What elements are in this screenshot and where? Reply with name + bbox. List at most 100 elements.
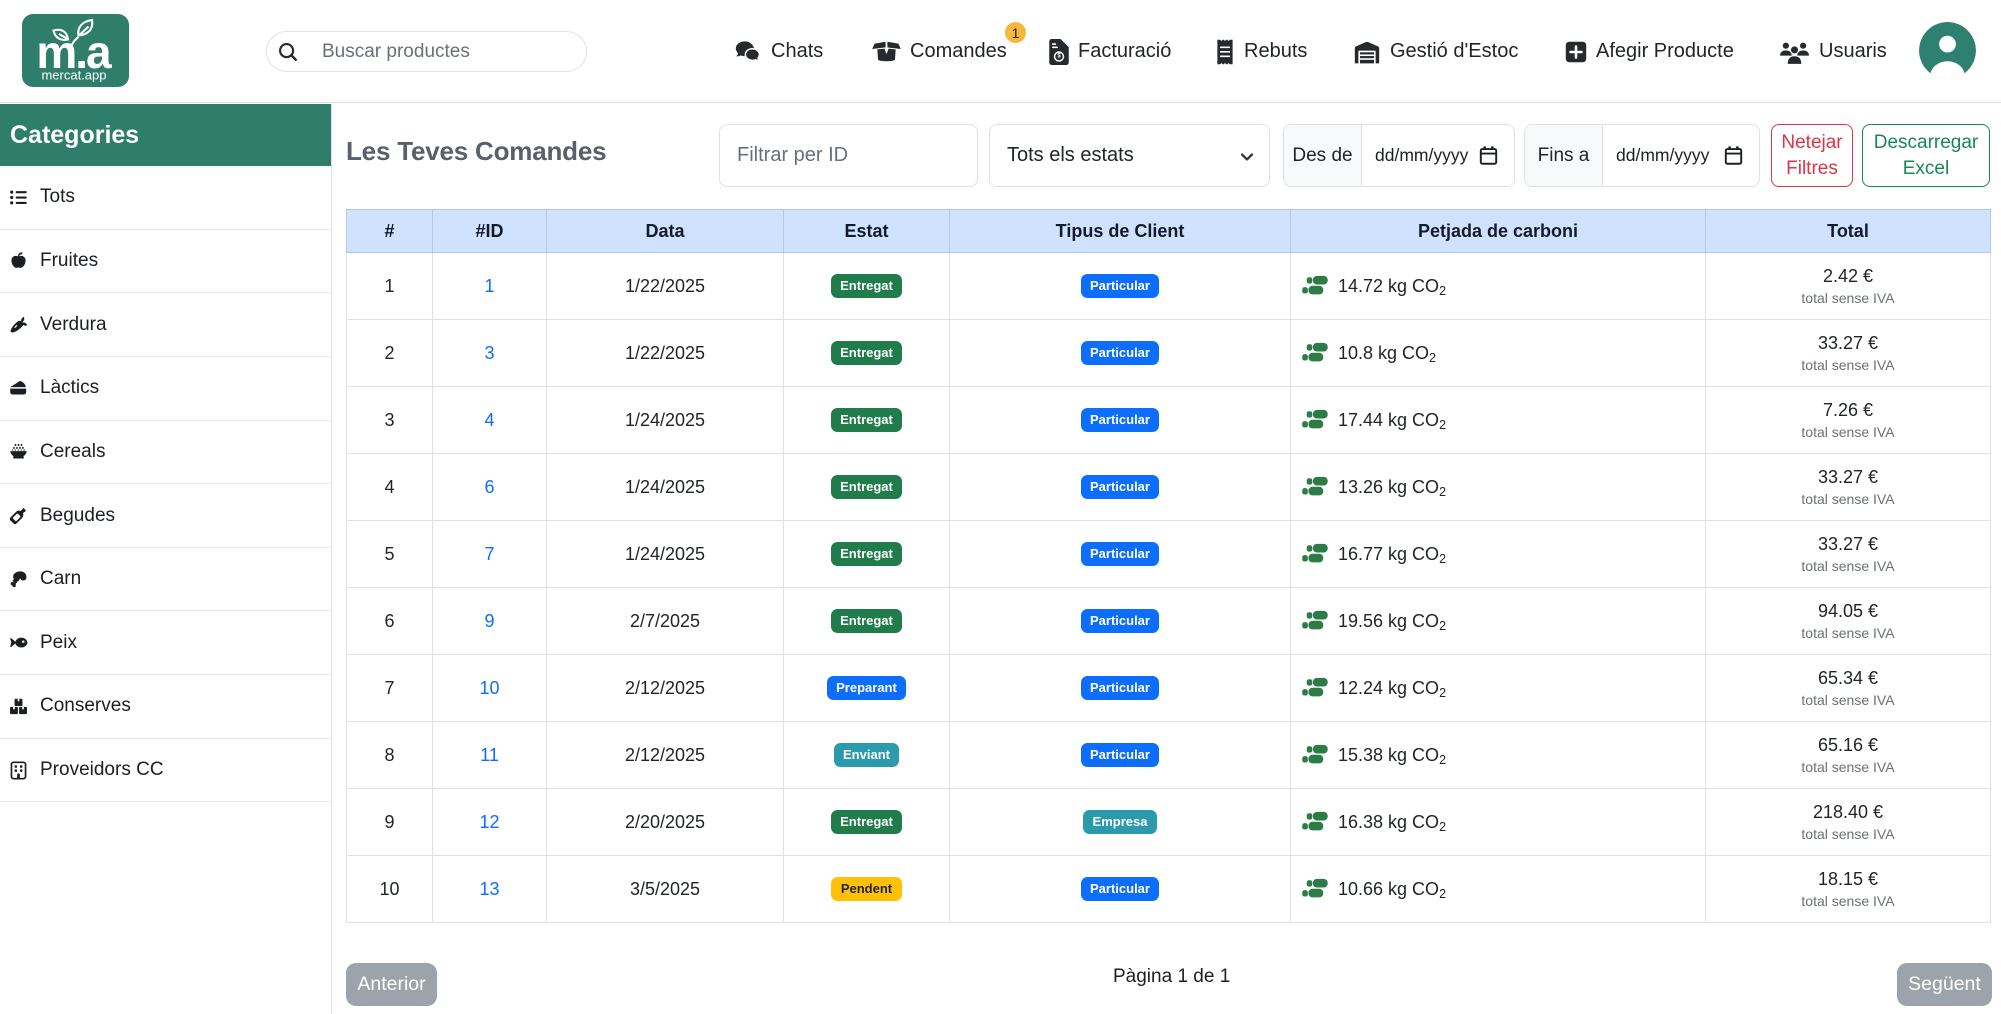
sidebar-item-label: Begudes (40, 505, 115, 527)
nav-item-label: Usuaris (1819, 40, 1887, 63)
column-header: Total (1706, 210, 1991, 253)
filter-id-input[interactable] (719, 124, 978, 187)
nav-item-label: Gestió d'Estoc (1390, 40, 1518, 63)
total-note: total sense IVA (1706, 826, 1990, 842)
order-id-link[interactable]: 3 (484, 343, 494, 363)
status-badge: Entregat (831, 274, 903, 299)
status-badge: Pendent (831, 877, 901, 902)
total-note: total sense IVA (1706, 491, 1990, 507)
table-row: 571/24/2025EntregatParticular16.77 kg CO… (347, 521, 1991, 588)
shoe-prints-icon (1302, 342, 1328, 364)
carbon-cell: 16.77 kg CO2 (1291, 521, 1706, 588)
status-select-value: Tots els estats (1007, 144, 1134, 167)
order-id-link[interactable]: 1 (484, 276, 494, 296)
column-header: #ID (433, 210, 547, 253)
calendar-icon[interactable] (1723, 145, 1744, 166)
order-id-link[interactable]: 11 (480, 745, 499, 765)
order-date-cell: 2/20/2025 (547, 789, 784, 856)
nav-item-facturaci-[interactable]: $Facturació (1049, 0, 1171, 103)
client-type-cell: Particular (950, 521, 1291, 588)
total-note: total sense IVA (1706, 558, 1990, 574)
total-value: 2.42 € (1706, 266, 1990, 287)
status-cell: Entregat (784, 454, 950, 521)
total-value: 65.34 € (1706, 668, 1990, 689)
order-id-link[interactable]: 6 (484, 477, 494, 497)
receipt-icon (1215, 39, 1235, 65)
prev-page-button[interactable]: Anterior (346, 963, 437, 1006)
sidebar-item-l-ctics[interactable]: Làctics (0, 357, 331, 421)
client-type-badge: Particular (1081, 341, 1160, 366)
status-select[interactable]: Tots els estats (989, 124, 1270, 187)
date-from-input[interactable]: dd/mm/yyyy (1362, 125, 1514, 186)
box-open-icon (872, 39, 901, 65)
chats-icon (733, 39, 762, 65)
fish-icon (9, 633, 28, 652)
download-excel-button[interactable]: DescarregarExcel (1862, 124, 1990, 187)
download-excel-label: DescarregarExcel (1874, 130, 1979, 180)
order-id-link[interactable]: 9 (484, 611, 494, 631)
row-number-cell: 3 (347, 387, 433, 454)
orders-table: ##IDDataEstatTipus de ClientPetjada de c… (346, 209, 1991, 923)
total-cell: 33.27 €total sense IVA (1706, 521, 1991, 588)
nav-item-chats[interactable]: Chats (733, 0, 823, 103)
table-row: 7102/12/2025PreparantParticular12.24 kg … (347, 655, 1991, 722)
column-header: Tipus de Client (950, 210, 1291, 253)
next-page-button[interactable]: Següent (1897, 963, 1992, 1006)
total-value: 33.27 € (1706, 333, 1990, 354)
carbon-cell: 13.26 kg CO2 (1291, 454, 1706, 521)
row-number-cell: 10 (347, 856, 433, 923)
order-id-link[interactable]: 7 (484, 544, 494, 564)
sidebar-item-tots[interactable]: Tots (0, 166, 331, 230)
carbon-value: 12.24 kg CO2 (1338, 678, 1446, 699)
order-id-link[interactable]: 13 (479, 879, 499, 899)
avatar[interactable] (1919, 22, 1976, 79)
nav-item-afegir-producte[interactable]: Afegir Producte (1565, 0, 1734, 103)
total-note: total sense IVA (1706, 759, 1990, 775)
total-cell: 65.16 €total sense IVA (1706, 722, 1991, 789)
client-type-cell: Empresa (950, 789, 1291, 856)
row-number-cell: 6 (347, 588, 433, 655)
order-id-cell: 13 (433, 856, 547, 923)
sidebar-item-conserves[interactable]: Conserves (0, 675, 331, 739)
sidebar-item-carn[interactable]: Carn (0, 548, 331, 612)
mercat-logo[interactable]: m.amercat.app (22, 14, 129, 87)
nav-item-label: Rebuts (1244, 40, 1307, 63)
search-box (266, 31, 587, 72)
table-row: 461/24/2025EntregatParticular13.26 kg CO… (347, 454, 1991, 521)
order-id-link[interactable]: 10 (479, 678, 499, 698)
nav-item-label: Afegir Producte (1596, 40, 1734, 63)
top-header: m.amercat.app Chats Comandes1 $Facturació R… (0, 0, 2001, 103)
nav-item-gesti-d-estoc[interactable]: Gestió d'Estoc (1353, 0, 1518, 103)
sidebar-item-peix[interactable]: Peix (0, 611, 331, 675)
bowl-rice-icon (9, 442, 28, 461)
order-date-cell: 1/22/2025 (547, 253, 784, 320)
order-id-link[interactable]: 12 (479, 812, 499, 832)
sidebar-item-proveidors-cc[interactable]: Proveidors CC (0, 739, 331, 803)
order-id-link[interactable]: 4 (484, 410, 494, 430)
drumstick-icon (9, 570, 28, 589)
sidebar-item-cereals[interactable]: Cereals (0, 421, 331, 485)
sidebar-item-label: Peix (40, 632, 77, 654)
nav-item-usuaris[interactable]: Usuaris (1779, 0, 1887, 103)
row-number-cell: 8 (347, 722, 433, 789)
status-cell: Preparant (784, 655, 950, 722)
table-row: 8112/12/2025EnviantParticular15.38 kg CO… (347, 722, 1991, 789)
clear-filters-button[interactable]: NetejarFiltres (1771, 124, 1853, 187)
table-row: 111/22/2025EntregatParticular14.72 kg CO… (347, 253, 1991, 320)
client-type-badge: Particular (1081, 676, 1160, 701)
sidebar-item-verdura[interactable]: Verdura (0, 293, 331, 357)
carbon-value: 16.38 kg CO2 (1338, 812, 1446, 833)
date-from-label: Des de (1284, 125, 1362, 186)
nav-item-rebuts[interactable]: Rebuts (1215, 0, 1307, 103)
sidebar-item-fruites[interactable]: Fruites (0, 230, 331, 294)
order-date-cell: 1/24/2025 (547, 454, 784, 521)
calendar-icon[interactable] (1478, 145, 1499, 166)
carbon-cell: 16.38 kg CO2 (1291, 789, 1706, 856)
total-cell: 2.42 €total sense IVA (1706, 253, 1991, 320)
sidebar-item-begudes[interactable]: Begudes (0, 484, 331, 548)
nav-item-comandes[interactable]: Comandes1 (872, 0, 1007, 103)
column-header: Data (547, 210, 784, 253)
date-to-input[interactable]: dd/mm/yyyy (1603, 125, 1759, 186)
client-type-badge: Particular (1081, 475, 1160, 500)
search-input[interactable] (298, 41, 586, 63)
